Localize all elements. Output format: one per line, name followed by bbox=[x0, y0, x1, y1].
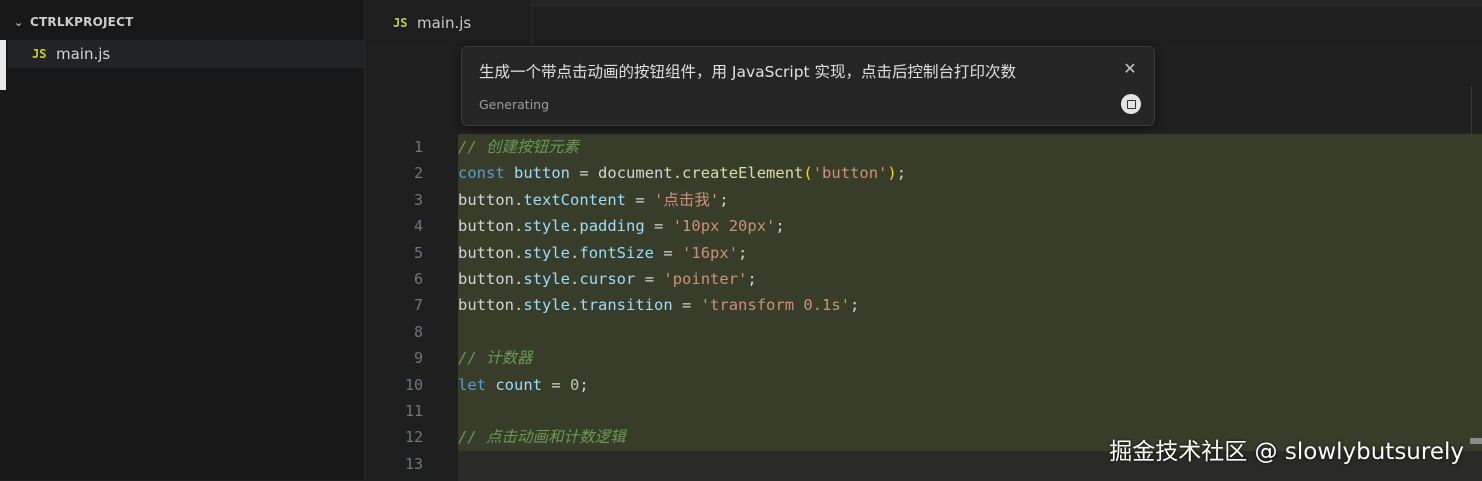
line-number: 12 bbox=[404, 428, 423, 447]
folder-name: CTRLKPROJECT bbox=[30, 15, 134, 29]
line-number: 7 bbox=[413, 296, 423, 315]
line-number: 4 bbox=[413, 217, 423, 236]
line-number: 13 bbox=[404, 454, 423, 473]
code-line[interactable]: button.style.cursor = 'pointer'; bbox=[458, 266, 1482, 292]
chevron-down-icon: ⌄ bbox=[14, 15, 24, 29]
watermark: 掘金技术社区 @ slowlybutsurely bbox=[1109, 439, 1464, 465]
folder-header[interactable]: ⌄ CTRLKPROJECT bbox=[14, 12, 133, 32]
prompt-text: 生成一个带点击动画的按钮组件，用 JavaScript 实现，点击后控制台打印次… bbox=[479, 63, 1017, 81]
line-number: 1 bbox=[413, 138, 423, 156]
editor-tab-bar: JS main.js bbox=[365, 0, 1482, 46]
tab-main-js[interactable]: JS main.js bbox=[365, 0, 532, 46]
stop-icon bbox=[1126, 99, 1136, 109]
javascript-file-icon: JS bbox=[32, 47, 47, 61]
code-line[interactable]: // 创建按钮元素 bbox=[458, 134, 1482, 160]
code-line[interactable]: let count = 0; bbox=[458, 372, 1482, 398]
code-line[interactable]: button.textContent = '点击我'; bbox=[458, 187, 1482, 213]
scrollbar-marker[interactable] bbox=[1470, 438, 1482, 444]
code-line[interactable]: button.style.padding = '10px 20px'; bbox=[458, 213, 1482, 239]
line-number: 5 bbox=[413, 243, 423, 262]
code-line[interactable] bbox=[458, 398, 1482, 424]
line-number: 8 bbox=[413, 322, 423, 341]
file-name: main.js bbox=[56, 45, 111, 63]
ruler-line bbox=[1471, 86, 1472, 166]
tab-bar-empty bbox=[532, 0, 1482, 7]
stop-generation-button[interactable] bbox=[1121, 94, 1141, 114]
javascript-file-icon: JS bbox=[393, 16, 408, 30]
code-line[interactable] bbox=[458, 319, 1482, 345]
inline-ai-prompt[interactable]: 生成一个带点击动画的按钮组件，用 JavaScript 实现，点击后控制台打印次… bbox=[461, 46, 1155, 126]
tab-label: main.js bbox=[417, 14, 472, 32]
status-text: Generating bbox=[479, 97, 550, 112]
line-number: 10 bbox=[404, 375, 423, 394]
line-number: 9 bbox=[413, 349, 423, 368]
code-line[interactable]: button.style.fontSize = '16px'; bbox=[458, 240, 1482, 266]
close-icon[interactable]: ✕ bbox=[1122, 61, 1138, 77]
file-item-main-js[interactable]: JS main.js bbox=[8, 40, 364, 68]
code-line[interactable]: button.style.transition = 'transform 0.1… bbox=[458, 292, 1482, 318]
code-lines[interactable]: // 创建按钮元素 const button = document.createE… bbox=[458, 134, 1482, 477]
activity-indicator bbox=[0, 40, 6, 90]
explorer-sidebar: ⌄ CTRLKPROJECT JS main.js bbox=[0, 0, 365, 480]
line-number: 3 bbox=[413, 190, 423, 209]
line-number: 11 bbox=[404, 401, 423, 420]
line-number-gutter: 1 2 3 4 5 6 7 8 9 10 11 12 13 bbox=[365, 134, 458, 477]
line-number: 6 bbox=[413, 269, 423, 288]
code-line[interactable]: const button = document.createElement('b… bbox=[458, 160, 1482, 186]
code-line[interactable]: // 计数器 bbox=[458, 345, 1482, 371]
line-number: 2 bbox=[413, 164, 423, 183]
